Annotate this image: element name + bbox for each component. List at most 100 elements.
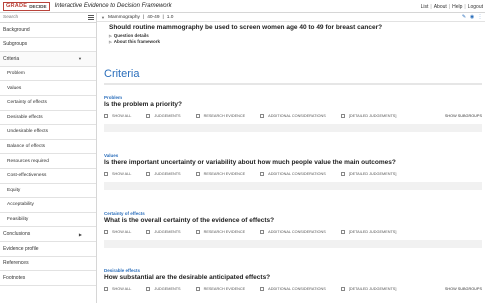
- criterion-values: Values Is there important uncertainty or…: [104, 153, 482, 190]
- sidebar-item-label: Cost-effectiveness: [7, 173, 47, 179]
- eye-icon[interactable]: ◉: [469, 14, 475, 20]
- option-label: [DETAILED JUDGEMENTS]: [348, 114, 397, 118]
- criterion-question: Is the problem a priority?: [104, 101, 183, 108]
- more-icon[interactable]: ⋮: [477, 14, 483, 20]
- checkbox-icon: [195, 114, 200, 118]
- breadcrumb-age: 40-49: [147, 14, 160, 20]
- grade-decide-logo[interactable]: GRADE DECIDE: [3, 1, 50, 11]
- sidebar-item-acceptability[interactable]: Acceptability: [0, 198, 96, 213]
- detailed-judgements-checkbox[interactable]: [DETAILED JUDGEMENTS]: [340, 230, 396, 234]
- criterion-question: Is there important uncertainty or variab…: [104, 159, 396, 166]
- sidebar-item-certainty[interactable]: Certainty of effects: [0, 96, 96, 111]
- option-label: SHOW ALL: [112, 287, 132, 291]
- question-details-label: Question details: [113, 32, 149, 38]
- divider: [104, 83, 482, 85]
- nav-list-link[interactable]: List: [421, 4, 429, 10]
- option-label: JUDGEMENTS: [154, 172, 181, 176]
- checkbox-icon: [146, 172, 151, 176]
- additional-considerations-checkbox[interactable]: ADDITIONAL CONSIDERATIONS: [260, 287, 326, 291]
- section-footer-bar: [104, 182, 482, 190]
- menu-icon[interactable]: [88, 15, 94, 20]
- page-title: Criteria: [104, 68, 140, 80]
- additional-considerations-checkbox[interactable]: ADDITIONAL CONSIDERATIONS: [260, 114, 326, 118]
- sidebar-item-label: Undesirable effects: [7, 129, 48, 135]
- nav-help-link[interactable]: Help: [452, 4, 462, 10]
- option-label: RESEARCH EVIDENCE: [203, 172, 246, 176]
- research-evidence-checkbox[interactable]: RESEARCH EVIDENCE: [195, 172, 246, 176]
- sidebar-item-cost-effectiveness[interactable]: Cost-effectiveness: [0, 169, 96, 184]
- sidebar-item-label: Balance of effects: [7, 144, 46, 150]
- detailed-judgements-checkbox[interactable]: [DETAILED JUDGEMENTS]: [340, 114, 397, 118]
- section-options: SHOW ALL JUDGEMENTS RESEARCH EVIDENCE AD…: [104, 172, 482, 176]
- sidebar-item-label: Problem: [7, 71, 25, 77]
- sidebar-item-label: Feasibility: [7, 217, 29, 223]
- option-label: JUDGEMENTS: [154, 230, 181, 234]
- chevron-down-icon[interactable]: ▼: [101, 15, 105, 20]
- research-evidence-checkbox[interactable]: RESEARCH EVIDENCE: [195, 287, 246, 291]
- sidebar-item-references[interactable]: References: [0, 257, 96, 272]
- sidebar-item-background[interactable]: Background: [0, 23, 96, 38]
- nav-logout-link[interactable]: Logout: [468, 4, 483, 10]
- show-all-checkbox[interactable]: SHOW ALL: [104, 287, 131, 291]
- checkbox-icon: [195, 287, 200, 291]
- breadcrumb-version: 1.0: [166, 14, 174, 20]
- search-input[interactable]: Search: [0, 13, 96, 23]
- checkbox-icon: [340, 287, 345, 291]
- option-label: RESEARCH EVIDENCE: [203, 114, 246, 118]
- additional-considerations-checkbox[interactable]: ADDITIONAL CONSIDERATIONS: [260, 230, 326, 234]
- judgements-checkbox[interactable]: JUDGEMENTS: [146, 172, 181, 176]
- option-label: RESEARCH EVIDENCE: [203, 230, 246, 234]
- sidebar-item-resources[interactable]: Resources required: [0, 154, 96, 169]
- sidebar-item-undesirable-effects[interactable]: Undesirable effects: [0, 125, 96, 140]
- criterion-label: Desirable effects: [104, 268, 141, 273]
- checkbox-icon: [260, 172, 265, 176]
- show-subgroups-link[interactable]: SHOW SUBGROUPS: [445, 114, 482, 118]
- detailed-judgements-checkbox[interactable]: [DETAILED JUDGEMENTS]: [340, 172, 396, 176]
- sidebar-item-label: Equity: [7, 187, 21, 193]
- sidebar-item-balance[interactable]: Balance of effects: [0, 140, 96, 155]
- sidebar-item-equity[interactable]: Equity: [0, 184, 96, 199]
- breadcrumb: ▼ Mammography | 40-49 | 1.0 ✎ ◉ ⋮: [97, 13, 485, 22]
- caret-right-icon: ▶: [78, 231, 82, 237]
- sidebar-item-problem[interactable]: Problem: [0, 67, 96, 82]
- criterion-desirable-effects: Desirable effects How substantial are th…: [104, 268, 482, 291]
- research-evidence-checkbox[interactable]: RESEARCH EVIDENCE: [195, 230, 246, 234]
- sidebar-item-evidence-profile[interactable]: Evidence profile: [0, 242, 96, 257]
- option-label: [DETAILED JUDGEMENTS]: [348, 287, 397, 291]
- sidebar-item-criteria[interactable]: Criteria ▼: [0, 52, 96, 67]
- sidebar-item-conclusions[interactable]: Conclusions ▶: [0, 227, 96, 242]
- show-all-checkbox[interactable]: SHOW ALL: [104, 114, 131, 118]
- option-label: SHOW ALL: [112, 230, 132, 234]
- option-label: JUDGEMENTS: [154, 287, 181, 291]
- show-all-checkbox[interactable]: SHOW ALL: [104, 230, 131, 234]
- checkbox-icon: [340, 114, 345, 118]
- detailed-judgements-checkbox[interactable]: [DETAILED JUDGEMENTS]: [340, 287, 397, 291]
- sidebar-item-label: Footnotes: [3, 274, 26, 281]
- sidebar-item-feasibility[interactable]: Feasibility: [0, 213, 96, 228]
- sidebar-item-subgroups[interactable]: Subgroups: [0, 38, 96, 53]
- section-footer-bar: [104, 124, 482, 132]
- nav-about-link[interactable]: About: [434, 4, 447, 10]
- sidebar-item-footnotes[interactable]: Footnotes: [0, 271, 96, 286]
- breadcrumb-topic[interactable]: Mammography: [108, 15, 140, 20]
- option-label: RESEARCH EVIDENCE: [203, 287, 246, 291]
- judgements-checkbox[interactable]: JUDGEMENTS: [146, 287, 181, 291]
- research-evidence-checkbox[interactable]: RESEARCH EVIDENCE: [195, 114, 246, 118]
- option-label: SHOW ALL: [112, 172, 132, 176]
- judgements-checkbox[interactable]: JUDGEMENTS: [146, 230, 181, 234]
- sidebar-item-label: Conclusions: [3, 231, 31, 238]
- top-nav: List | About | Help | Logout: [420, 3, 483, 10]
- sidebar-item-values[interactable]: Values: [0, 81, 96, 96]
- judgements-checkbox[interactable]: JUDGEMENTS: [146, 114, 181, 118]
- edit-icon[interactable]: ✎: [461, 14, 467, 20]
- top-bar: GRADE DECIDE Interactive Evidence to Dec…: [0, 0, 485, 13]
- section-options: SHOW ALL JUDGEMENTS RESEARCH EVIDENCE AD…: [104, 114, 482, 118]
- sidebar-item-desirable-effects[interactable]: Desirable effects: [0, 111, 96, 126]
- additional-considerations-checkbox[interactable]: ADDITIONAL CONSIDERATIONS: [260, 172, 326, 176]
- question-details-link[interactable]: ▷ Question details: [97, 33, 485, 38]
- show-all-checkbox[interactable]: SHOW ALL: [104, 172, 131, 176]
- option-label: ADDITIONAL CONSIDERATIONS: [268, 287, 326, 291]
- sidebar-item-label: Resources required: [7, 158, 49, 164]
- about-framework-link[interactable]: ▷ About this framework: [97, 39, 485, 44]
- show-subgroups-link[interactable]: SHOW SUBGROUPS: [445, 287, 482, 291]
